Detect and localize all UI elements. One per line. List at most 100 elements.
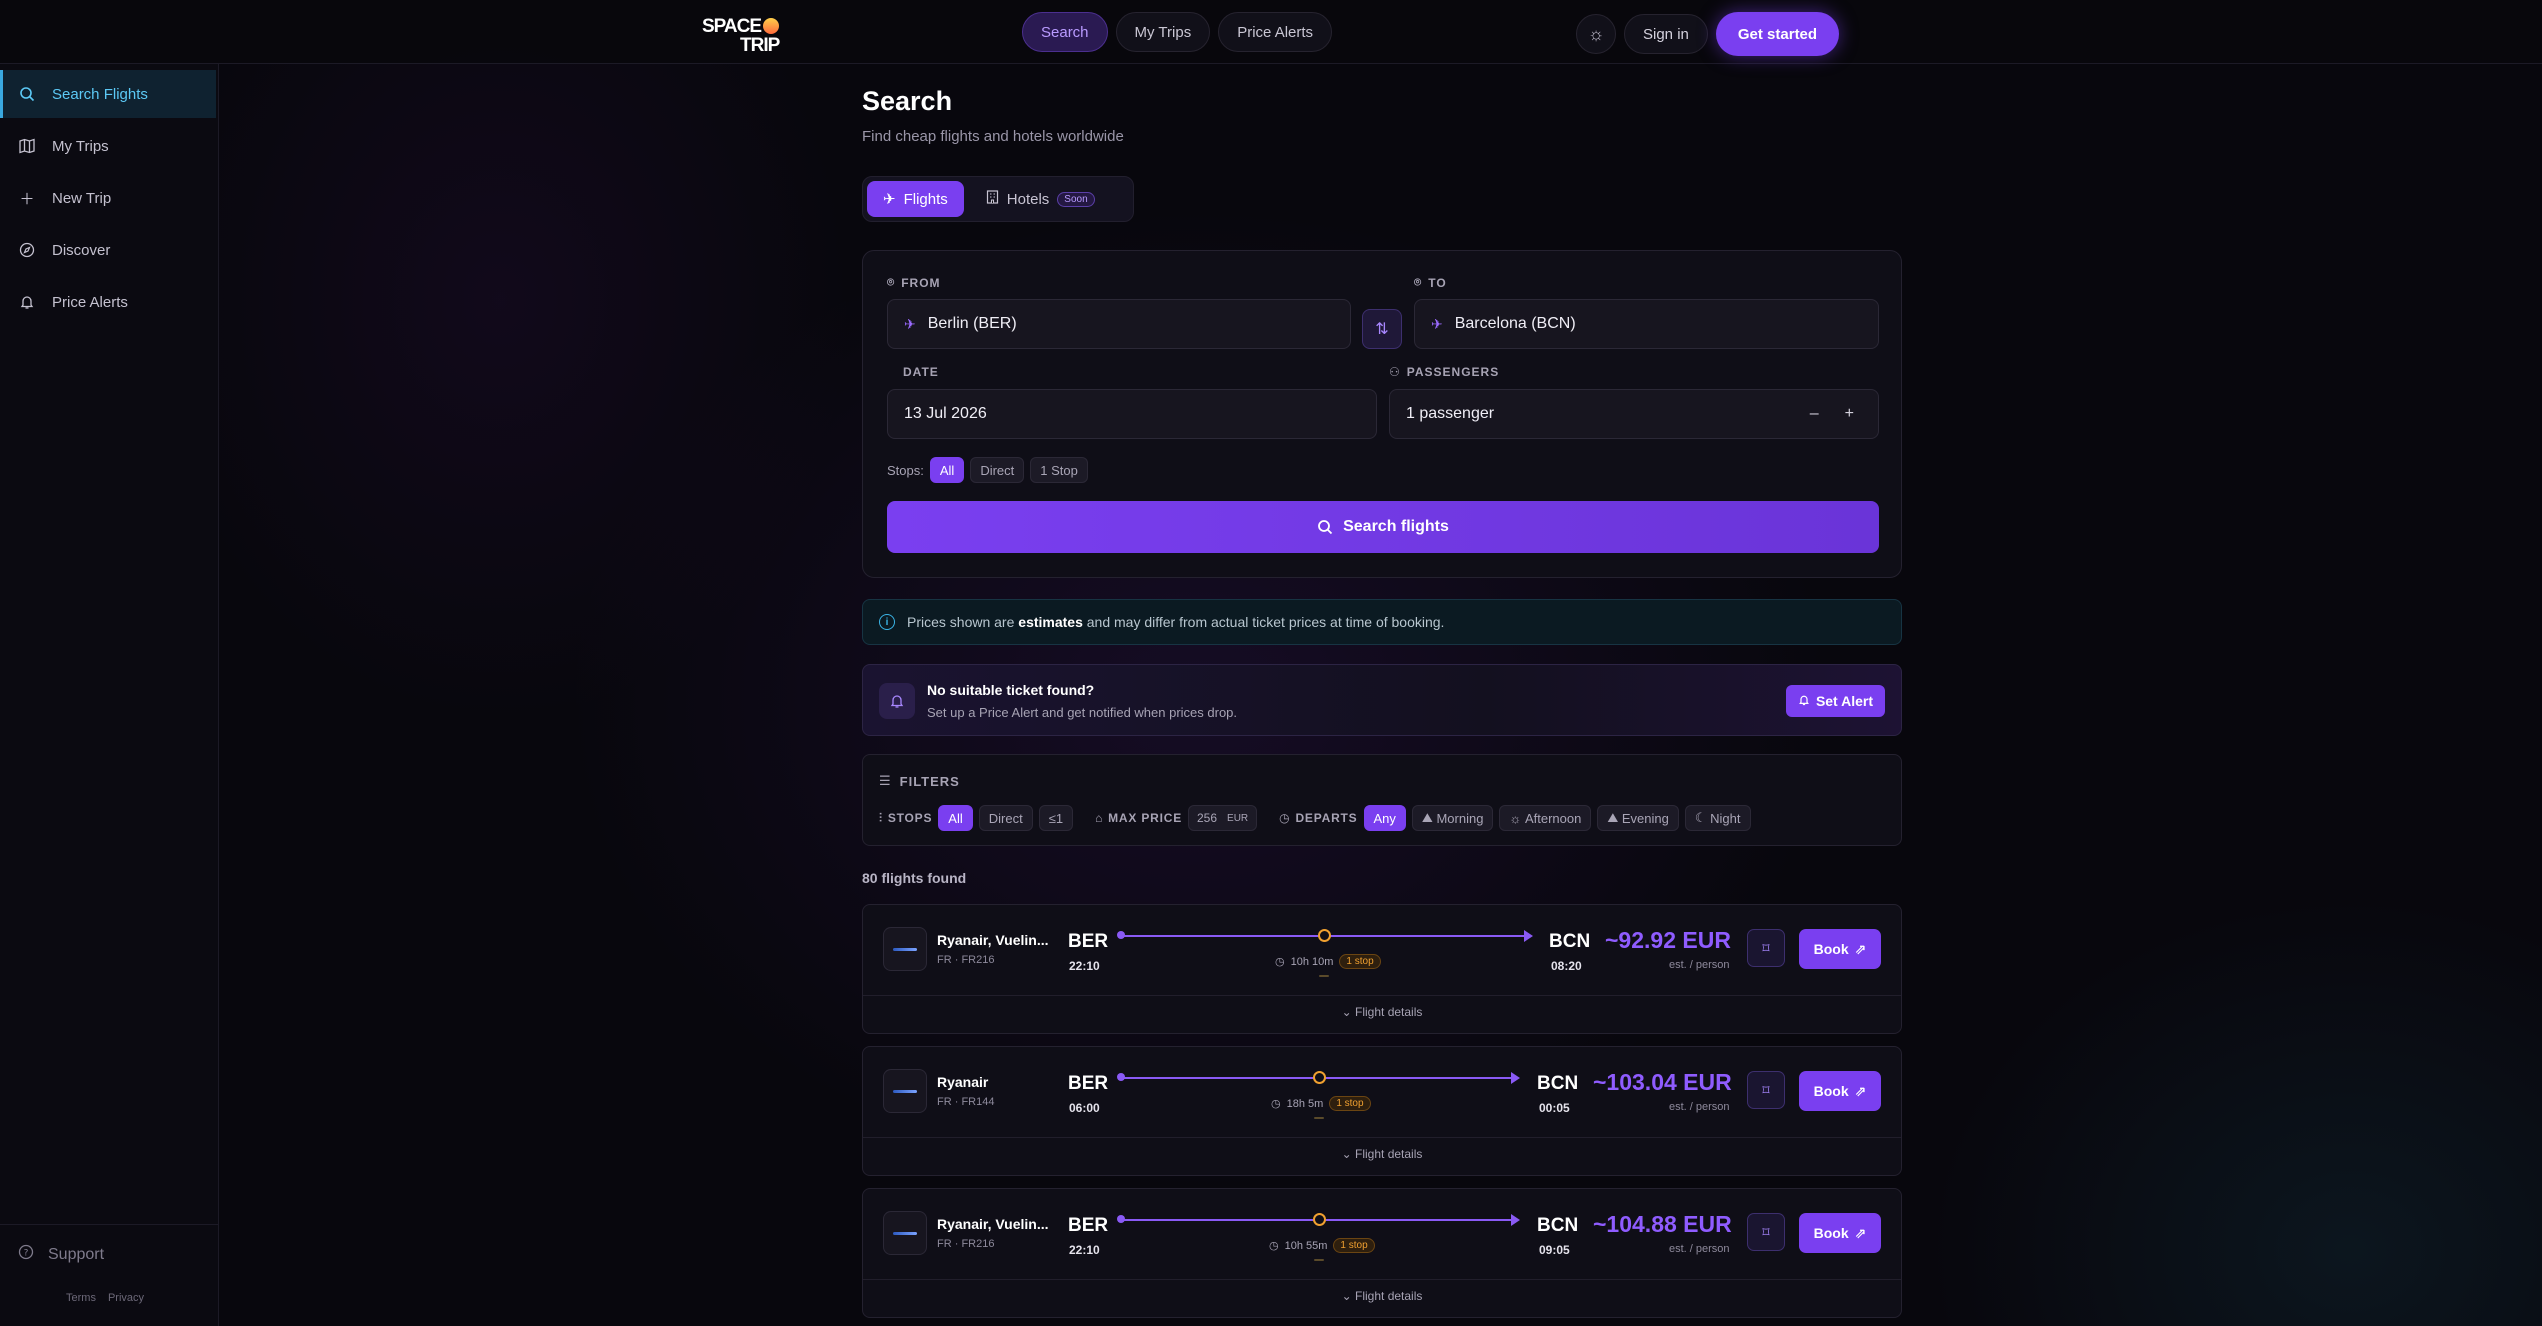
max-price-value: 256 [1197, 811, 1218, 825]
search-flights-button[interactable]: Search flights [887, 501, 1879, 553]
compass-icon [18, 241, 36, 259]
sign-in-button[interactable]: Sign in [1624, 14, 1708, 54]
sidebar-item-label: My Trips [52, 137, 109, 155]
airline-name: Ryanair [937, 1074, 989, 1090]
mode-tabs: ✈ Flights Hotels Soon [862, 176, 1134, 222]
sidebar-item-label: Price Alerts [52, 293, 128, 311]
arrival-time: 08:20 [1551, 959, 1582, 973]
flight-price: ~103.04 EUR [1593, 1069, 1732, 1095]
stops-option-1-stop[interactable]: 1 Stop [1030, 457, 1088, 483]
stopover-marker [1318, 929, 1331, 942]
tab-hotels[interactable]: Hotels Soon [970, 181, 1111, 217]
stops-option-direct[interactable]: Direct [970, 457, 1025, 483]
support-label: Support [48, 1245, 105, 1263]
increment-passengers-button[interactable]: + [1845, 405, 1854, 423]
date-label: DATE [903, 365, 939, 379]
tab-flights[interactable]: ✈ Flights [867, 181, 964, 217]
max-price-currency: EUR [1227, 812, 1249, 824]
sidebar-item-search-flights[interactable]: Search Flights [0, 70, 216, 118]
bookmark-button[interactable]: ⌑ [1747, 1213, 1785, 1251]
flight-card: Ryanair, Vuelin... FR · FR216 BER 22:10 … [862, 1188, 1902, 1318]
theme-toggle-button[interactable]: ☼ [1576, 14, 1616, 54]
external-link-icon: ⇗ [1854, 1082, 1867, 1099]
set-alert-label: Set Alert [1815, 693, 1873, 709]
filter-departs-evening[interactable]: ⛰ Evening [1597, 805, 1679, 831]
flight-number: FR · FR216 [937, 1238, 995, 1250]
plus-icon: ＋ [19, 190, 35, 208]
departure-time: 06:00 [1069, 1101, 1100, 1115]
soon-badge: Soon [1057, 191, 1095, 207]
get-started-button[interactable]: Get started [1715, 12, 1840, 56]
sidebar-item-discover[interactable]: Discover [0, 226, 216, 274]
moon-icon: ☾ [1694, 810, 1707, 825]
to-input[interactable]: ✈ Barcelona (BCN) [1414, 299, 1879, 349]
filter-stops-direct[interactable]: Direct [978, 805, 1033, 831]
sidebar-item-label: Discover [52, 241, 111, 259]
decrement-passengers-button[interactable]: – [1810, 405, 1819, 423]
date-input[interactable]: 13 Jul 2026 [887, 389, 1377, 439]
arrival-code: BCN [1537, 1215, 1579, 1236]
header-actions: ☼ Sign in Get started [1576, 12, 1840, 56]
info-icon: i [879, 614, 895, 630]
bell-icon [879, 683, 915, 719]
from-input[interactable]: ✈ Berlin (BER) [887, 299, 1351, 349]
flight-duration: ◷ 18h 5m 1 stop [1271, 1096, 1371, 1111]
route-arrow-icon [1524, 930, 1533, 942]
sun-icon: ☼ [1587, 23, 1605, 44]
support-link[interactable]: ? Support [18, 1244, 104, 1265]
book-button[interactable]: Book ⇗ [1799, 1213, 1881, 1253]
sun-icon: ☼ [1509, 810, 1522, 826]
map-pin-icon: ⌾ [887, 275, 896, 289]
nav-search[interactable]: Search [1022, 12, 1108, 52]
sunset-icon: ⛰ [1607, 810, 1619, 825]
terms-link[interactable]: Terms [66, 1292, 96, 1304]
bookmark-button[interactable]: ⌑ [1747, 1071, 1785, 1109]
filter-stops-max-one[interactable]: ≤1 [1038, 805, 1074, 831]
logo-text-top: SPACE [702, 15, 762, 37]
swap-airports-button[interactable]: ⇅ [1362, 309, 1402, 349]
filter-stops-all[interactable]: All [938, 805, 973, 831]
plane-icon: ✈ [883, 191, 896, 208]
sun-logo-icon [763, 18, 780, 34]
to-label: ⌾ TO [1414, 275, 1447, 290]
sidebar-item-my-trips[interactable]: My Trips [0, 122, 216, 170]
privacy-link[interactable]: Privacy [108, 1292, 144, 1304]
svg-text:?: ? [24, 1249, 29, 1259]
sidebar-item-new-trip[interactable]: ＋ New Trip [0, 174, 216, 222]
set-alert-button[interactable]: Set Alert [1785, 685, 1885, 717]
card-divider [863, 1137, 1901, 1138]
bookmark-icon: ⌑ [1762, 1081, 1770, 1098]
price-note: est. / person [1669, 1101, 1730, 1113]
sidebar-divider [0, 1224, 219, 1225]
filter-max-price-label: ⌂ MAX PRICE [1095, 811, 1182, 825]
max-price-input[interactable]: 256 EUR [1188, 805, 1258, 831]
sidebar: Search Flights My Trips ＋ New Trip Disco… [0, 64, 219, 1326]
arrival-code: BCN [1537, 1073, 1579, 1094]
sidebar-item-price-alerts[interactable]: Price Alerts [0, 278, 216, 326]
flight-details-toggle[interactable]: ⌄ Flight details [863, 1005, 1901, 1019]
nav-price-alerts[interactable]: Price Alerts [1218, 12, 1333, 52]
help-circle-icon: ? [18, 1244, 34, 1265]
flight-details-toggle[interactable]: ⌄ Flight details [863, 1147, 1901, 1161]
filter-departs-night[interactable]: ☾ Night [1684, 805, 1751, 831]
airline-logo [883, 1069, 927, 1113]
arrival-code: BCN [1549, 931, 1591, 952]
layover-indicator [1319, 975, 1329, 977]
layover-indicator [1314, 1117, 1324, 1119]
nav-my-trips[interactable]: My Trips [1115, 12, 1211, 52]
flight-number: FR · FR216 [937, 954, 995, 966]
space-trip-logo[interactable]: SPACE TRIP [702, 14, 780, 58]
stops-option-all[interactable]: All [929, 457, 965, 483]
chevron-down-icon: ⌄ [1341, 1005, 1352, 1019]
book-button[interactable]: Book ⇗ [1799, 1071, 1881, 1111]
plane-icon: ✈ [904, 315, 916, 332]
passenger-stepper: – + [1810, 405, 1854, 423]
flight-details-toggle[interactable]: ⌄ Flight details [863, 1289, 1901, 1303]
bookmark-button[interactable]: ⌑ [1747, 929, 1785, 967]
book-button[interactable]: Book ⇗ [1799, 929, 1881, 969]
filter-departs-morning[interactable]: ⛰ Morning [1411, 805, 1494, 831]
passengers-input[interactable]: 1 passenger – + [1389, 389, 1879, 439]
filter-departs-afternoon[interactable]: ☼ Afternoon [1499, 805, 1592, 831]
flight-price: ~104.88 EUR [1593, 1211, 1732, 1237]
filter-departs-any[interactable]: Any [1363, 805, 1406, 831]
